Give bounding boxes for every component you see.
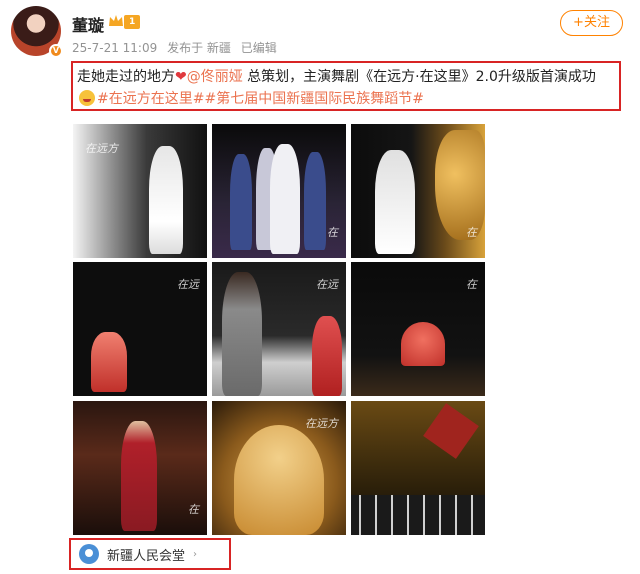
smile-emoji-icon xyxy=(79,90,95,106)
photo-ensemble-stage[interactable] xyxy=(351,401,485,535)
username[interactable]: 董璇 xyxy=(72,12,104,36)
photo-white-dress-blur[interactable]: 在远方 xyxy=(73,124,207,258)
follow-button[interactable]: +关注 xyxy=(560,10,623,36)
photo-stage-group[interactable]: 在 xyxy=(212,124,346,258)
timestamp: 25-7-21 11:09 xyxy=(72,41,158,55)
post-text-part1: 走她走过的地方 xyxy=(77,69,175,85)
edited-label[interactable]: 已编辑 xyxy=(241,41,277,55)
photo-red-dancer-spin[interactable]: 在 xyxy=(351,262,485,396)
photo-red-dancer-arms[interactable]: 在 xyxy=(73,401,207,535)
hashtag-link-1[interactable]: #在远方在这里# xyxy=(97,91,204,107)
location-tag[interactable]: 新疆人民会堂 › xyxy=(69,538,231,570)
post-text-part2: 总策划，主演舞剧《在远方·在这里》2.0升级版首演成功 xyxy=(242,69,596,85)
verified-badge-icon: V xyxy=(49,44,63,58)
photo-two-dancers[interactable]: 在远 xyxy=(212,262,346,396)
crown-icon xyxy=(109,15,123,26)
level-badge: 1 xyxy=(124,15,141,29)
photo-golden-dancer[interactable]: 在远方 xyxy=(212,401,346,535)
chevron-right-icon: › xyxy=(193,548,198,560)
post-text: 走她走过的地方❤@佟丽娅 总策划，主演舞剧《在远方·在这里》2.0升级版首演成功… xyxy=(71,61,621,111)
post-meta: 25-7-21 11:09 发布于 新疆 已编辑 xyxy=(72,39,283,56)
heart-icon: ❤ xyxy=(175,69,187,85)
hashtag-link-2[interactable]: #第七届中国新疆国际民族舞蹈节# xyxy=(204,91,423,107)
photo-red-dancer-1[interactable]: 在远 xyxy=(73,262,207,396)
mention-link[interactable]: @佟丽娅 xyxy=(187,69,243,85)
location-pin-icon xyxy=(79,544,99,564)
location-label: 新疆人民会堂 xyxy=(107,548,186,564)
photo-white-dress-golden[interactable]: 在 xyxy=(351,124,485,258)
post-source: 发布于 新疆 xyxy=(167,41,231,55)
